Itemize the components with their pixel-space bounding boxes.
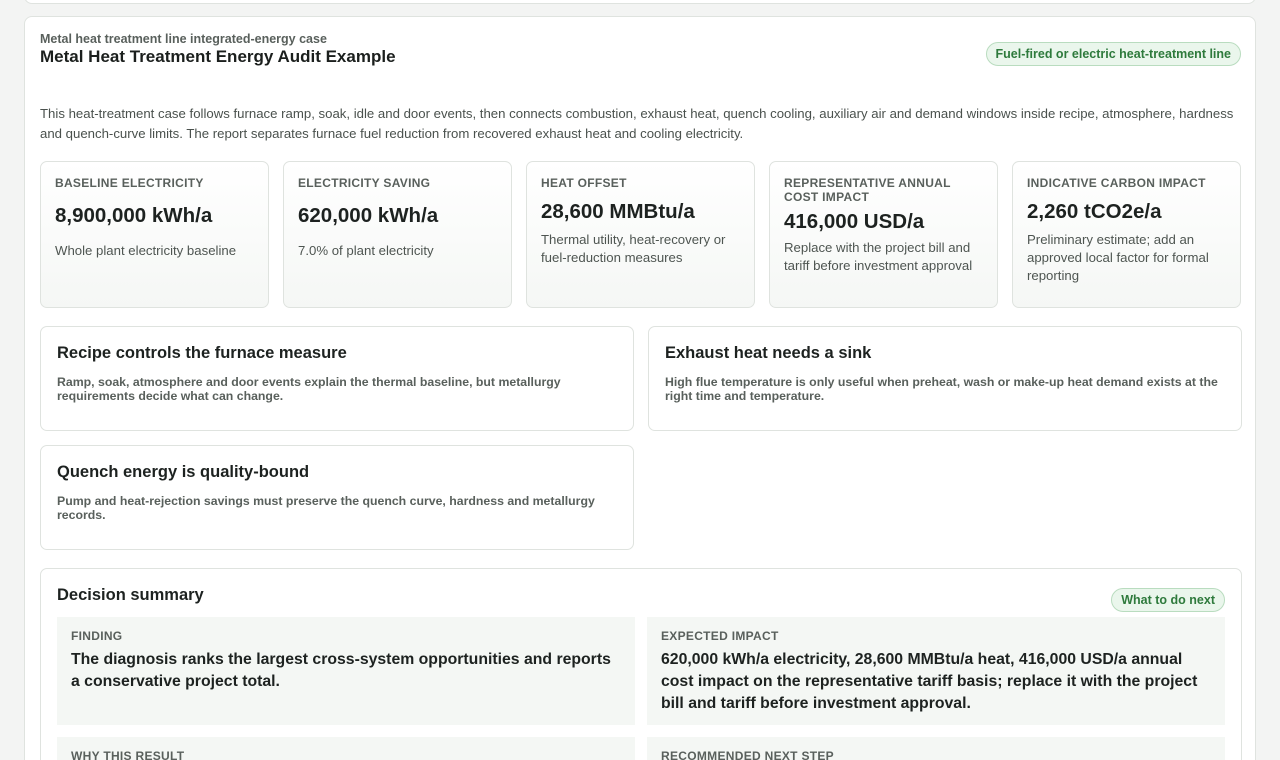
- metric-value: 2,260 tCO2e/a: [1027, 200, 1162, 223]
- metric-value: 8,900,000 kWh/a: [55, 204, 213, 227]
- why-label: Why this result: [71, 749, 185, 760]
- impact-text: 620,000 kWh/a electricity, 28,600 MMBtu/…: [661, 651, 1198, 712]
- metric-card-annual-cost-impact: Representative annual cost impact 416,00…: [769, 161, 998, 308]
- metric-note: Thermal utility, heat-recovery or fuel-r…: [541, 232, 726, 265]
- finding-label: Finding: [71, 629, 123, 643]
- metric-note: Preliminary estimate; add an approved lo…: [1027, 232, 1209, 283]
- line-type-badge: Fuel-fired or electric heat-treatment li…: [985, 42, 1241, 66]
- impact-label: Expected impact: [661, 629, 779, 643]
- why-box: Why this result: [57, 737, 635, 760]
- previous-panel-edge: [24, 0, 1256, 4]
- metric-label: Electricity saving: [298, 176, 431, 190]
- insight-card-exhaust-heat: Exhaust heat needs a sink High flue temp…: [648, 326, 1242, 431]
- metric-label: Heat offset: [541, 176, 627, 190]
- case-intro: This heat-treatment case follows furnace…: [40, 106, 1234, 141]
- metric-label: Baseline electricity: [55, 176, 204, 190]
- metric-value: 416,000 USD/a: [784, 210, 925, 233]
- insight-title: Recipe controls the furnace measure: [57, 344, 347, 362]
- next-step-label: Recommended next step: [661, 749, 834, 760]
- decision-title: Decision summary: [57, 586, 204, 604]
- metric-note: 7.0% of plant electricity: [298, 243, 434, 258]
- insight-card-quench: Quench energy is quality-bound Pump and …: [40, 445, 634, 550]
- insight-title: Exhaust heat needs a sink: [665, 344, 872, 362]
- case-panel: Metal heat treatment line integrated-ene…: [24, 16, 1256, 760]
- impact-box: Expected impact 620,000 kWh/a electricit…: [647, 617, 1225, 725]
- metric-card-heat-offset: Heat offset 28,600 MMBtu/a Thermal utili…: [526, 161, 755, 308]
- insight-title: Quench energy is quality-bound: [57, 463, 310, 481]
- metric-label: Indicative carbon impact: [1027, 176, 1206, 190]
- metric-card-electricity-saving: Electricity saving 620,000 kWh/a 7.0% of…: [283, 161, 512, 308]
- case-eyebrow: Metal heat treatment line integrated-ene…: [40, 32, 327, 46]
- metric-note: Whole plant electricity baseline: [55, 243, 237, 258]
- finding-box: Finding The diagnosis ranks the largest …: [57, 617, 635, 725]
- next-steps-badge: What to do next: [1111, 588, 1225, 612]
- metric-note: Replace with the project bill and tariff…: [784, 240, 973, 273]
- insight-body: High flue temperature is only useful whe…: [665, 375, 1218, 403]
- decision-summary: Decision summary What to do next Finding…: [40, 568, 1242, 760]
- insight-body: Ramp, soak, atmosphere and door events e…: [57, 375, 561, 403]
- next-step-box: Recommended next step: [647, 737, 1225, 760]
- metric-value: 28,600 MMBtu/a: [541, 200, 695, 223]
- metric-card-carbon-impact: Indicative carbon impact 2,260 tCO2e/a P…: [1012, 161, 1241, 308]
- metric-label: Representative annual cost impact: [784, 176, 951, 204]
- finding-text: The diagnosis ranks the largest cross-sy…: [71, 651, 611, 690]
- metric-card-baseline-electricity: Baseline electricity 8,900,000 kWh/a Who…: [40, 161, 269, 308]
- insight-card-recipe: Recipe controls the furnace measure Ramp…: [40, 326, 634, 431]
- metric-value: 620,000 kWh/a: [298, 204, 439, 227]
- page-title: Metal Heat Treatment Energy Audit Exampl…: [40, 47, 396, 66]
- insight-body: Pump and heat-rejection savings must pre…: [57, 494, 595, 522]
